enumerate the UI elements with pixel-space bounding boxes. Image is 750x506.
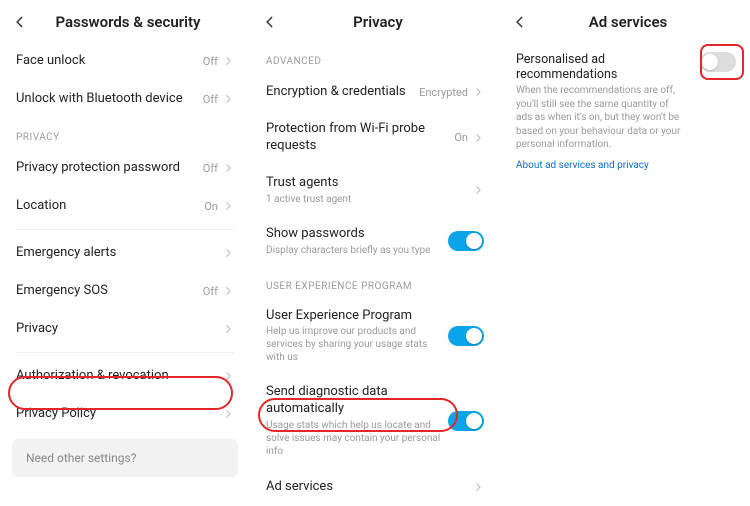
row-label: Show passwords [266, 226, 448, 243]
row-emergency-alerts[interactable]: Emergency alerts [0, 234, 250, 272]
ad-services-screen: Ad services Personalised ad recommendati… [500, 0, 750, 506]
row-label: Emergency alerts [16, 245, 222, 262]
chevron-right-icon [472, 86, 484, 98]
section-privacy: PRIVACY [0, 118, 250, 149]
row-privacy[interactable]: Privacy [0, 310, 250, 348]
row-label: Ad services [266, 479, 472, 496]
chevron-right-icon [222, 247, 234, 259]
chevron-right-icon [472, 481, 484, 493]
row-label: Privacy protection password [16, 160, 203, 177]
row-label: Send diagnostic data automatically [266, 384, 448, 418]
chevron-right-icon [472, 184, 484, 196]
divider [16, 352, 234, 353]
section-advanced: ADVANCED [250, 42, 500, 73]
row-wifi-probe-protection[interactable]: Protection from Wi-Fi probe requests On [250, 111, 500, 165]
row-label: Face unlock [16, 53, 203, 70]
need-other-settings[interactable]: Need other settings? [12, 439, 238, 477]
row-authorization-revocation[interactable]: Authorization & revocation [0, 357, 250, 395]
row-label: Privacy Policy [16, 406, 222, 423]
row-emergency-sos[interactable]: Emergency SOS Off [0, 272, 250, 310]
about-ad-services-link[interactable]: About ad services and privacy [500, 152, 750, 179]
chevron-right-icon [222, 323, 234, 335]
chevron-right-icon [222, 55, 234, 67]
toggle-personalised-ads[interactable] [700, 52, 736, 72]
row-label: User Experience Program [266, 308, 448, 325]
row-send-diagnostic[interactable]: Send diagnostic data automatically Usage… [250, 374, 500, 468]
row-value: Encrypted [419, 86, 468, 99]
row-face-unlock[interactable]: Face unlock Off [0, 42, 250, 80]
page-title: Passwords & security [16, 13, 240, 31]
header: Ad services [500, 0, 750, 42]
row-value: Off [203, 162, 218, 175]
chevron-right-icon [222, 93, 234, 105]
row-encryption-credentials[interactable]: Encryption & credentials Encrypted [250, 73, 500, 111]
row-location[interactable]: Location On [0, 187, 250, 225]
page-title: Ad services [516, 13, 740, 31]
row-trust-agents[interactable]: Trust agents 1 active trust agent [250, 165, 500, 216]
personalised-ad-desc: When the recommendations are off, you'll… [500, 84, 700, 152]
row-label: Emergency SOS [16, 283, 203, 300]
row-label: Protection from Wi-Fi probe requests [266, 121, 454, 155]
header: Passwords & security [0, 0, 250, 42]
row-sublabel: 1 active trust agent [266, 193, 472, 206]
row-privacy-protection-password[interactable]: Privacy protection password Off [0, 149, 250, 187]
row-value: Off [203, 55, 218, 68]
chevron-right-icon [222, 370, 234, 382]
personalised-ad-title: Personalised ad recommendations [500, 46, 700, 82]
row-label: Encryption & credentials [266, 84, 419, 101]
row-sublabel: Display characters briefly as you type [266, 244, 448, 257]
page-title: Privacy [266, 13, 490, 31]
row-ad-services[interactable]: Ad services [250, 468, 500, 506]
row-user-experience-program[interactable]: User Experience Program Help us improve … [250, 298, 500, 375]
row-value: On [454, 131, 468, 144]
row-label: Trust agents [266, 175, 472, 192]
chevron-right-icon [222, 408, 234, 420]
chevron-right-icon [222, 285, 234, 297]
row-label: Location [16, 198, 204, 215]
row-sublabel: Help us improve our products and service… [266, 325, 448, 364]
toggle-diagnostic[interactable] [448, 411, 484, 431]
divider [16, 229, 234, 230]
row-value: Off [203, 285, 218, 298]
toggle-user-experience[interactable] [448, 326, 484, 346]
toggle-show-passwords[interactable] [448, 231, 484, 251]
chevron-right-icon [222, 162, 234, 174]
row-privacy-policy[interactable]: Privacy Policy [0, 395, 250, 433]
row-label: Privacy [16, 321, 222, 338]
chevron-right-icon [472, 132, 484, 144]
row-value: Off [203, 93, 218, 106]
row-sublabel: Usage stats which help us locate and sol… [266, 419, 448, 458]
header: Privacy [250, 0, 500, 42]
row-bluetooth-unlock[interactable]: Unlock with Bluetooth device Off [0, 80, 250, 118]
row-label: Authorization & revocation [16, 368, 222, 385]
privacy-screen: Privacy ADVANCED Encryption & credential… [250, 0, 500, 506]
row-label: Unlock with Bluetooth device [16, 91, 203, 108]
section-user-experience: USER EXPERIENCE PROGRAM [250, 267, 500, 298]
row-value: On [204, 200, 218, 213]
row-show-passwords[interactable]: Show passwords Display characters briefl… [250, 216, 500, 267]
chevron-right-icon [222, 200, 234, 212]
passwords-security-screen: Passwords & security Face unlock Off Unl… [0, 0, 250, 506]
